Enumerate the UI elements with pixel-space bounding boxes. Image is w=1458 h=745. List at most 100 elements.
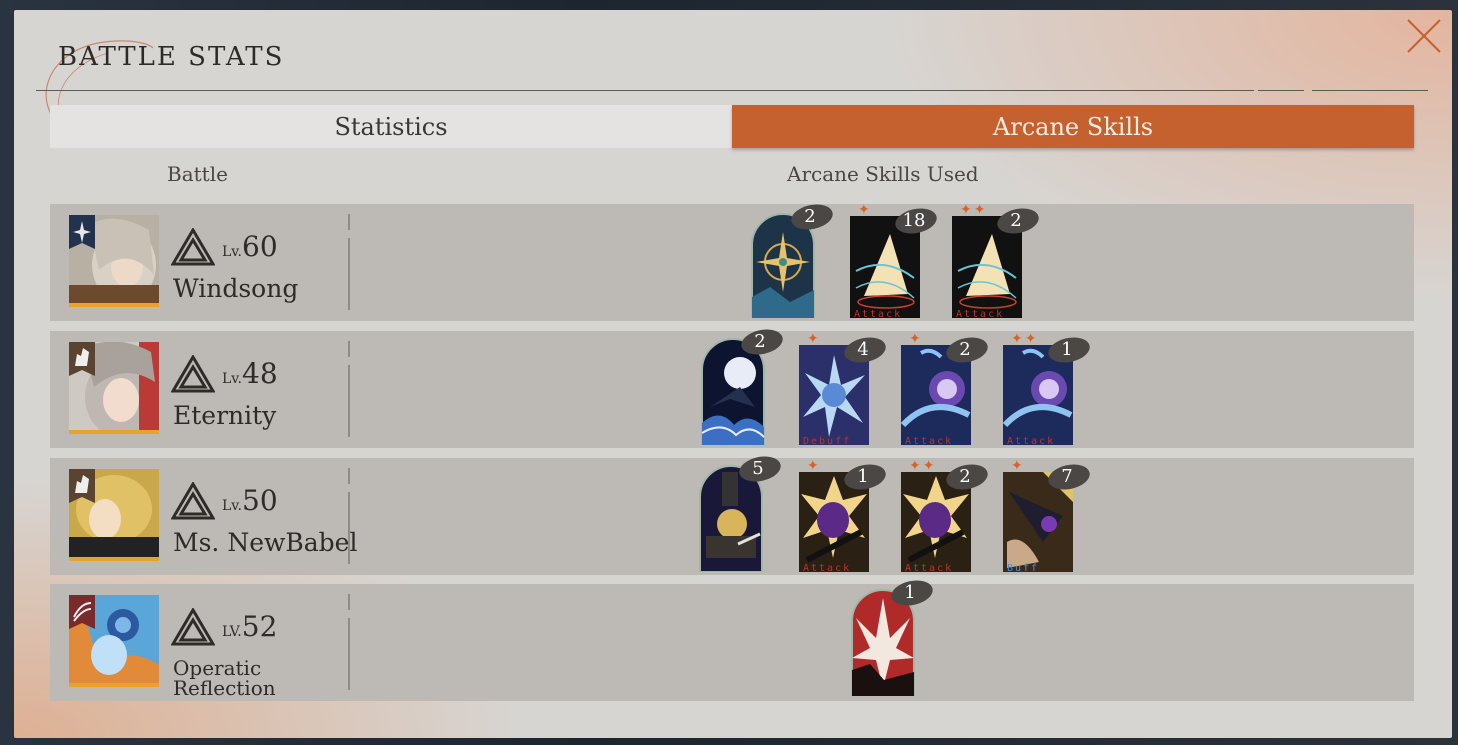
count-value: 18 xyxy=(902,210,926,231)
level-label: Lv. xyxy=(222,244,242,260)
star-rating: ✦ xyxy=(807,458,821,474)
battle-row-ms-newbabel: Lv.50 Ms. NewBabel 5 ✦ Attack 1 ✦✦ Attac… xyxy=(50,456,1414,576)
card-type-label: Attack xyxy=(854,309,903,320)
arcane-skill-card[interactable]: 2 xyxy=(750,204,833,322)
arcane-skill-card[interactable]: ✦ Attack 2 xyxy=(900,331,988,449)
count-badge: 2 xyxy=(740,329,784,355)
level-value: 52 xyxy=(241,610,278,643)
star-rating: ✦✦ xyxy=(1011,331,1039,347)
level-value: 48 xyxy=(242,357,278,390)
card-type-label: Buff xyxy=(1007,563,1040,574)
count-value: 2 xyxy=(1010,210,1022,231)
battle-stats-panel: BATTLE STATS Statistics Arcane Skills Ba… xyxy=(14,10,1452,738)
card-type-label: Attack xyxy=(905,436,954,447)
count-value: 4 xyxy=(857,339,869,360)
column-divider xyxy=(348,341,350,357)
character-name: Windsong xyxy=(173,274,299,303)
column-divider xyxy=(348,214,350,230)
level-display: Lv.60 xyxy=(222,230,278,263)
title-divider-segment xyxy=(1258,90,1304,91)
character-name: Operatic Reflection xyxy=(173,656,276,700)
column-divider xyxy=(348,365,350,437)
level-display: Lv.48 xyxy=(222,357,278,390)
count-badge: 7 xyxy=(1047,464,1091,490)
tab-statistics[interactable]: Statistics xyxy=(50,105,732,148)
arcane-skill-card[interactable]: ✦✦ Attack 2 xyxy=(952,202,1039,322)
tab-arcane-skills[interactable]: Arcane Skills xyxy=(732,105,1414,148)
count-value: 2 xyxy=(754,331,766,352)
level-value: 60 xyxy=(242,230,278,263)
count-value: 1 xyxy=(1061,339,1073,360)
level-label: Lv. xyxy=(222,371,242,387)
card-type-label: Debuff xyxy=(803,436,852,447)
arcane-skill-card[interactable]: ✦ Attack 18 xyxy=(850,202,937,322)
count-value: 2 xyxy=(959,339,971,360)
character-portrait[interactable] xyxy=(69,215,159,307)
arcane-skill-card[interactable]: ✦✦ Attack 2 xyxy=(901,458,988,576)
character-name: Eternity xyxy=(173,401,277,430)
close-icon xyxy=(1407,19,1441,53)
card-type-label: Attack xyxy=(905,563,954,574)
rank-icon xyxy=(171,608,215,646)
level-label: Lv. xyxy=(222,498,242,514)
title-divider-segment xyxy=(1312,90,1428,91)
column-divider xyxy=(348,238,350,310)
star-rating: ✦✦ xyxy=(960,202,988,218)
count-value: 7 xyxy=(1061,466,1073,487)
count-badge: 1 xyxy=(843,464,887,490)
level-label: LV. xyxy=(222,624,242,640)
character-portrait[interactable] xyxy=(69,469,159,561)
count-badge: 2 xyxy=(945,464,989,490)
card-type-label: Attack xyxy=(803,563,852,574)
count-badge: 1 xyxy=(1047,337,1091,363)
rank-icon xyxy=(171,228,215,266)
star-rating: ✦ xyxy=(1011,458,1025,474)
column-divider xyxy=(348,594,350,610)
rank-icon xyxy=(171,482,215,520)
card-type-label: Attack xyxy=(956,309,1005,320)
star-rating: ✦✦ xyxy=(909,458,937,474)
title-divider xyxy=(36,90,1254,91)
count-badge: 2 xyxy=(790,204,834,230)
character-portrait[interactable] xyxy=(69,595,159,687)
star-rating: ✦ xyxy=(858,202,872,218)
star-rating: ✦ xyxy=(909,331,923,347)
role-badge-icon xyxy=(69,342,95,376)
count-value: 5 xyxy=(752,458,764,479)
character-portrait[interactable] xyxy=(69,342,159,434)
tab-bar: Statistics Arcane Skills xyxy=(50,105,1414,148)
role-badge-icon xyxy=(69,595,95,629)
arcane-skill-card[interactable]: 1 xyxy=(850,580,933,700)
count-badge: 5 xyxy=(738,456,782,482)
arcane-skill-card[interactable]: ✦✦ Attack 1 xyxy=(1002,331,1090,449)
battle-row-operatic-reflection: LV.52 Operatic Reflection 1 xyxy=(50,580,1414,701)
column-divider xyxy=(348,492,350,564)
count-badge: 2 xyxy=(945,337,989,363)
count-value: 1 xyxy=(904,582,916,603)
battle-row-eternity: Lv.48 Eternity 2 ✦ Debuff 4 ✦ Attack 2 ✦… xyxy=(50,329,1414,449)
close-button[interactable] xyxy=(1404,16,1444,56)
arcane-skill-card[interactable]: ✦ Debuff 4 xyxy=(799,331,886,449)
count-badge: 4 xyxy=(843,337,887,363)
count-value: 2 xyxy=(804,206,816,227)
level-display: Lv.50 xyxy=(222,484,278,517)
arcane-skill-card[interactable]: ✦ Attack 1 xyxy=(799,458,886,576)
page-title: BATTLE STATS xyxy=(58,42,285,72)
battle-row-windsong: Lv.60 Windsong 2 ✦ Attack 18 ✦✦ Attack 2 xyxy=(50,202,1414,322)
arcane-skill-card[interactable]: ✦ Buff 7 xyxy=(1003,458,1090,576)
count-value: 1 xyxy=(857,466,869,487)
role-badge-icon xyxy=(69,215,95,249)
count-value: 2 xyxy=(959,466,971,487)
level-display: LV.52 xyxy=(222,610,277,643)
rank-icon xyxy=(171,355,215,393)
role-badge-icon xyxy=(69,469,95,503)
count-badge: 2 xyxy=(996,208,1040,234)
column-header-battle: Battle xyxy=(167,162,228,186)
column-divider xyxy=(348,468,350,484)
star-rating: ✦ xyxy=(807,331,821,347)
count-badge: 18 xyxy=(894,208,938,234)
arcane-skill-card[interactable]: 5 xyxy=(698,456,781,576)
character-name: Ms. NewBabel xyxy=(173,528,358,557)
count-badge: 1 xyxy=(890,580,934,606)
arcane-skill-card[interactable]: 2 xyxy=(700,329,783,449)
